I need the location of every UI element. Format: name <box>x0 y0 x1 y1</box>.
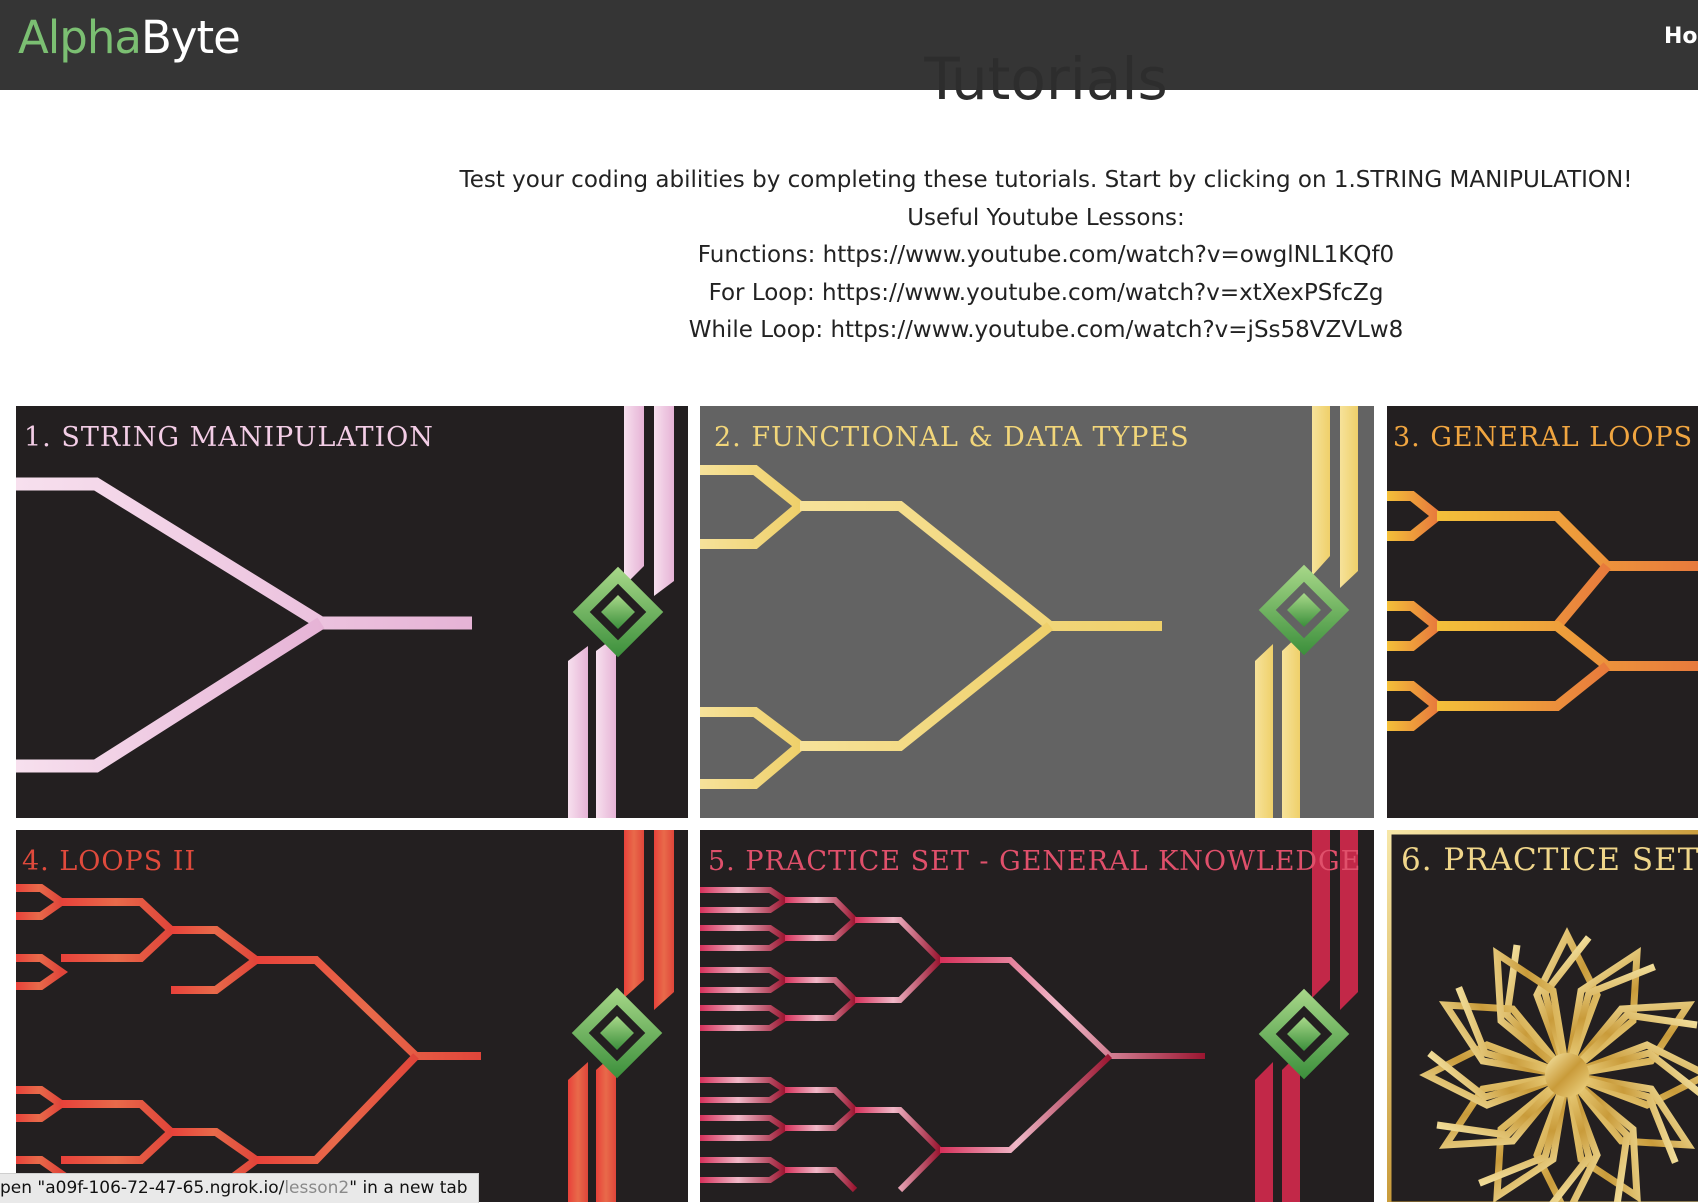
tutorial-card-practice-set-general-knowledge[interactable]: 5. PRACTICE SET - GENERAL KNOWLEDGE <box>700 830 1374 1202</box>
intro-text: Test your coding abilities by completing… <box>0 162 1698 350</box>
page-title: Tutorials <box>924 45 1168 113</box>
card-title: 6. PRACTICE SET <box>1401 842 1698 878</box>
card-title: 2. FUNCTIONAL & DATA TYPES <box>714 422 1190 453</box>
branch-2-diagram-icon <box>16 406 688 818</box>
card-title: 5. PRACTICE SET - GENERAL KNOWLEDGE <box>708 846 1362 877</box>
intro-line: Useful Youtube Lessons: <box>907 204 1185 231</box>
tutorial-card-string-manipulation[interactable]: 1. STRING MANIPULATION <box>16 406 688 818</box>
tutorial-card-functional-data-types[interactable]: 2. FUNCTIONAL & DATA TYPES <box>700 406 1374 818</box>
status-bar-tooltip: pen "a09f-106-72-47-65.ngrok.io/lesson2"… <box>0 1173 479 1203</box>
card-title: 1. STRING MANIPULATION <box>24 422 434 453</box>
status-bar-prefix: pen "a09f-106-72-47-65.ngrok.io/ <box>0 1178 285 1198</box>
tutorial-card-general-loops-1[interactable]: 3. GENERAL LOOPS I <box>1387 406 1698 818</box>
intro-line-functions-link: Functions: https://www.youtube.com/watch… <box>697 242 1395 268</box>
intro-line: Test your coding abilities by completing… <box>459 167 1633 193</box>
tutorial-card-loops-2[interactable]: 4. LOOPS II <box>16 830 688 1202</box>
card-title: 3. GENERAL LOOPS I <box>1393 422 1698 453</box>
gold-lattice-icon <box>1387 830 1698 1202</box>
intro-line-for-loop-link: For Loop: https://www.youtube.com/watch?… <box>708 279 1384 306</box>
intro-line-while-loop-link: While Loop: https://www.youtube.com/watc… <box>688 317 1404 343</box>
status-bar-suffix: " in a new tab <box>349 1178 468 1198</box>
status-bar-path: lesson2 <box>284 1178 350 1198</box>
card-title: 4. LOOPS II <box>22 846 197 877</box>
branch-4-diagram-icon <box>700 406 1374 818</box>
tutorial-card-practice-set[interactable]: 6. PRACTICE SET <box>1387 830 1698 1202</box>
branch-6-diagram-icon <box>1387 406 1698 818</box>
branch-16-diagram-icon <box>700 830 1374 1202</box>
branch-8-diagram-icon <box>16 830 688 1202</box>
